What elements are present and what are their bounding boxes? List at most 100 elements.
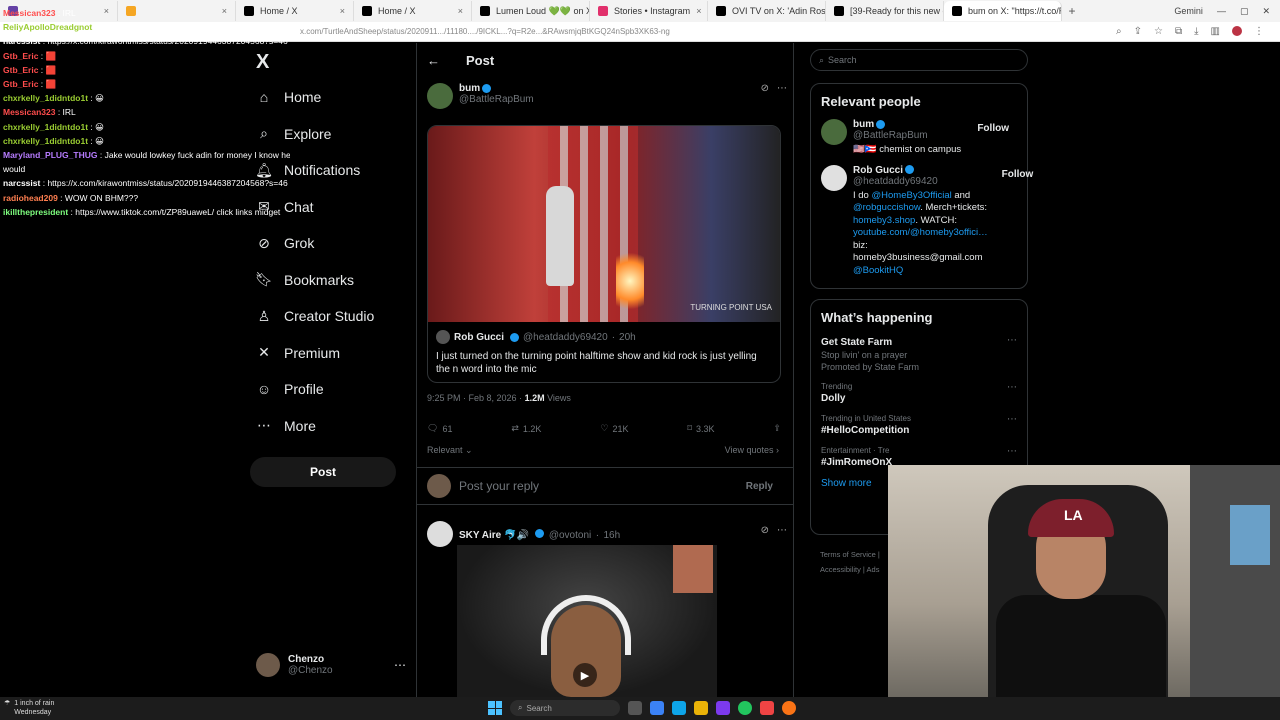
new-tab-button[interactable]: + bbox=[1062, 4, 1082, 18]
address-url[interactable]: x.com/TurtleAndSheep/status/2020911.../1… bbox=[300, 27, 670, 36]
menu-icon[interactable]: ⋮ bbox=[1254, 26, 1264, 37]
more-dots-icon[interactable]: ⋯ bbox=[1007, 414, 1017, 436]
chat-username[interactable]: Messican323 bbox=[3, 8, 55, 18]
person-row[interactable]: bum @BattleRapBum 🇺🇸🇵🇷 chemist on campus… bbox=[821, 119, 1017, 157]
post-compose-button[interactable]: Post bbox=[250, 457, 396, 487]
quoted-author-handle[interactable]: @heatdaddy69420 bbox=[523, 332, 608, 343]
copilot-icon[interactable] bbox=[650, 701, 664, 715]
account-switcher[interactable]: Chenzo @Chenzo ⋯ bbox=[256, 653, 406, 677]
avatar[interactable] bbox=[821, 164, 847, 191]
chrome-icon[interactable] bbox=[782, 701, 796, 715]
profile-avatar[interactable] bbox=[1232, 26, 1242, 36]
nav-item-creator-studio[interactable]: ♙ Creator Studio bbox=[256, 308, 375, 325]
share-action[interactable]: ⇪ bbox=[773, 423, 781, 434]
play-icon[interactable]: ▶ bbox=[573, 663, 597, 687]
close-tab-icon[interactable]: × bbox=[696, 6, 701, 16]
more-dots-icon[interactable]: ⋯ bbox=[1007, 335, 1017, 372]
chat-username[interactable]: Gtb_Eric bbox=[3, 51, 38, 61]
chat-username[interactable]: Gtb_Eric bbox=[3, 65, 38, 75]
minimize-icon[interactable]: — bbox=[1217, 6, 1226, 16]
view-quotes-link[interactable]: View quotes › bbox=[725, 445, 779, 455]
author-handle[interactable]: @BattleRapBum bbox=[459, 94, 534, 105]
star-icon[interactable]: ☆ bbox=[1154, 26, 1163, 37]
chat-username[interactable]: chxrkelly_1didntdo1t bbox=[3, 136, 88, 146]
avatar[interactable] bbox=[427, 83, 453, 109]
person-row[interactable]: Rob Gucci @heatdaddy69420 I do @HomeBy3O… bbox=[821, 164, 1033, 278]
more-dots-icon[interactable]: ⋯ bbox=[1007, 382, 1017, 404]
trend-item[interactable]: Trending in United States #HelloCompetiti… bbox=[821, 414, 1017, 436]
more-dots-icon[interactable]: ⋯ bbox=[394, 658, 406, 672]
video-media[interactable]: TURNING POINT USA bbox=[428, 126, 780, 322]
nav-item-bookmarks[interactable]: 🔖︎ Bookmarks bbox=[255, 271, 354, 288]
trend-item[interactable]: Trending Dolly ⋯ bbox=[821, 382, 1017, 404]
person-handle[interactable]: @heatdaddy69420 bbox=[853, 176, 988, 187]
browser-tab[interactable]: Stories • Instagram × bbox=[590, 1, 708, 21]
zoom-icon[interactable]: ⌕ bbox=[1116, 26, 1122, 37]
quoted-author-name[interactable]: Rob Gucci bbox=[454, 332, 504, 343]
author-name[interactable]: bum bbox=[459, 83, 534, 94]
more-dots-icon[interactable]: ⋯ bbox=[777, 83, 787, 109]
repost-action[interactable]: ⇄ 1.2K bbox=[511, 423, 541, 434]
chat-username[interactable]: Messican323 bbox=[3, 107, 55, 117]
bio-link[interactable]: @robguccishow bbox=[853, 202, 920, 213]
grok-icon[interactable]: ⊘ bbox=[761, 83, 769, 109]
browser-tab[interactable]: Lumen Loud 💚💚 on X: 'lol C× bbox=[472, 1, 590, 21]
person-handle[interactable]: @BattleRapBum bbox=[853, 130, 961, 141]
bookmark-action[interactable]: ⌑ 3.3K bbox=[687, 423, 714, 434]
follow-button[interactable]: Follow bbox=[969, 119, 1017, 139]
chat-username[interactable]: narcssist bbox=[3, 36, 40, 46]
close-tab-icon[interactable]: × bbox=[340, 6, 345, 16]
close-window-icon[interactable]: ✕ bbox=[1262, 6, 1270, 17]
chat-username[interactable]: chxrkelly_1didntdo1t bbox=[3, 93, 88, 103]
reply-action[interactable]: 🗨︎ 61 bbox=[427, 423, 452, 434]
back-arrow-icon[interactable]: ← bbox=[427, 53, 440, 68]
more-dots-icon[interactable]: ⋯ bbox=[777, 525, 787, 547]
share-icon[interactable]: ⇪ bbox=[1134, 26, 1142, 37]
downloads-icon[interactable]: ⤓ bbox=[1194, 26, 1198, 37]
windows-start-icon[interactable] bbox=[488, 701, 502, 715]
browser-tab[interactable]: OVI TV on X: 'Adin Ross's fri× bbox=[708, 1, 826, 21]
grok-icon[interactable]: ⊘ bbox=[761, 525, 769, 547]
search-input[interactable]: ⌕ Search bbox=[810, 49, 1028, 71]
bio-link[interactable]: @BookitHQ bbox=[853, 265, 903, 276]
bio-link[interactable]: youtube.com/@homeby3offici… bbox=[853, 227, 988, 238]
obs-icon[interactable] bbox=[760, 701, 774, 715]
chat-username[interactable]: Gtb_Eric bbox=[3, 79, 38, 89]
reply-sort-dropdown[interactable]: Relevant ⌄ bbox=[427, 445, 473, 456]
maximize-icon[interactable]: ▢ bbox=[1240, 6, 1249, 17]
reply-author-name[interactable]: SKY Aire 🐬🔊 bbox=[459, 530, 529, 541]
chat-username[interactable]: ikillthepresident bbox=[3, 207, 68, 217]
chat-username[interactable]: narcssist bbox=[3, 178, 40, 188]
trend-item[interactable]: Get State Farm Stop livin' on a prayer Pro… bbox=[821, 335, 1017, 372]
chat-username[interactable]: radiohead209 bbox=[3, 193, 58, 203]
person-name[interactable]: bum bbox=[853, 119, 961, 130]
extensions-icon[interactable]: ⧉ bbox=[1175, 26, 1182, 37]
reply-button[interactable]: Reply bbox=[736, 477, 783, 496]
like-action[interactable]: ♡ 21K bbox=[600, 423, 628, 434]
edge-icon[interactable] bbox=[672, 701, 686, 715]
file-explorer-icon[interactable] bbox=[694, 701, 708, 715]
nav-item-profile[interactable]: ☺ Profile bbox=[256, 381, 324, 397]
browser-tab[interactable]: Home / X × bbox=[354, 1, 472, 21]
reply-input[interactable]: Post your reply bbox=[459, 479, 539, 493]
follow-button[interactable]: Follow bbox=[994, 165, 1042, 185]
browser-tab[interactable]: bum on X: "https://t.co/Rtl× bbox=[944, 1, 1062, 21]
chat-username[interactable]: Maryland_PLUG_THUG bbox=[3, 150, 97, 160]
sidepanel-icon[interactable]: ▥ bbox=[1211, 26, 1220, 37]
chat-username[interactable]: ReliyApolloDreadgnot bbox=[3, 22, 92, 32]
gemini-button[interactable]: Gemini bbox=[1174, 6, 1203, 16]
spotify-icon[interactable] bbox=[738, 701, 752, 715]
reply-post[interactable]: SKY Aire 🐬🔊 @ovotoni · 16h ⊘ ⋯ bbox=[427, 521, 787, 547]
bio-link[interactable]: homeby3.shop bbox=[853, 215, 915, 226]
reply-video[interactable]: ▶ bbox=[457, 545, 717, 697]
chat-username[interactable]: chxrkelly_1didntdo1t bbox=[3, 122, 88, 132]
reply-author-handle[interactable]: @ovotoni bbox=[549, 530, 591, 541]
nav-item-more[interactable]: ⋯ More bbox=[256, 417, 316, 434]
nav-item-premium[interactable]: ✕ Premium bbox=[256, 344, 340, 361]
close-tab-icon[interactable]: × bbox=[458, 6, 463, 16]
bio-link[interactable]: @HomeBy3Official bbox=[872, 190, 952, 201]
task-view-icon[interactable] bbox=[628, 701, 642, 715]
weather-widget[interactable]: ☂ 1 inch of rain Wednesday bbox=[4, 699, 54, 717]
discord-icon[interactable] bbox=[716, 701, 730, 715]
taskbar-search[interactable]: ⌕ Search bbox=[510, 700, 620, 716]
